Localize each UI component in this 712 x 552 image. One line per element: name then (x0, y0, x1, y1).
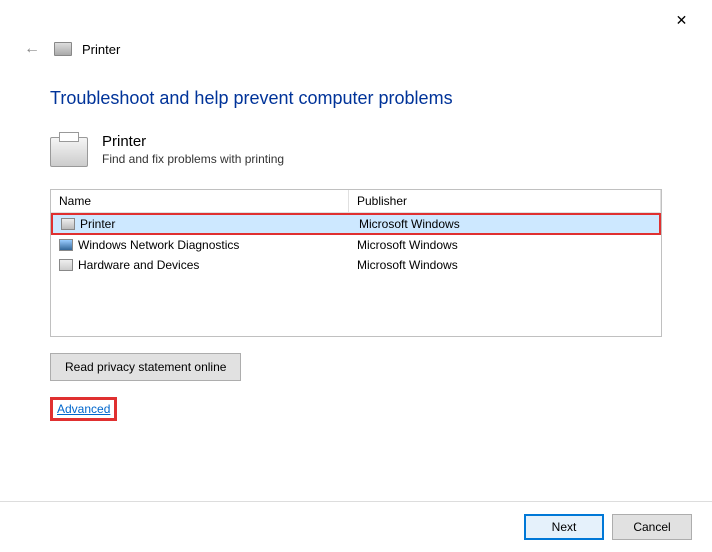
advanced-link[interactable]: Advanced (57, 402, 110, 416)
table-row[interactable]: Windows Network Diagnostics Microsoft Wi… (51, 235, 661, 255)
troubleshooter-table: Name Publisher Printer Microsoft Windows… (50, 189, 662, 337)
back-arrow-icon: ← (24, 40, 40, 57)
window-title: Printer (82, 42, 120, 57)
column-header-publisher[interactable]: Publisher (349, 190, 661, 212)
privacy-statement-button[interactable]: Read privacy statement online (50, 353, 241, 381)
column-header-name[interactable]: Name (51, 190, 349, 212)
row-publisher: Microsoft Windows (349, 236, 661, 254)
cancel-button[interactable]: Cancel (612, 514, 692, 540)
back-button[interactable]: ← (20, 40, 44, 58)
printer-icon (61, 218, 75, 230)
section-description: Find and fix problems with printing (102, 152, 284, 166)
hardware-icon (59, 259, 73, 271)
close-icon: ✕ (676, 12, 688, 29)
next-button[interactable]: Next (524, 514, 604, 540)
section-title: Printer (102, 133, 284, 150)
row-name: Windows Network Diagnostics (78, 238, 239, 252)
printer-icon (54, 42, 72, 56)
printer-icon (50, 137, 88, 167)
row-publisher: Microsoft Windows (351, 215, 659, 233)
page-heading: Troubleshoot and help prevent computer p… (50, 88, 662, 109)
row-publisher: Microsoft Windows (349, 256, 661, 274)
row-name: Hardware and Devices (78, 258, 199, 272)
network-icon (59, 239, 73, 251)
table-row[interactable]: Hardware and Devices Microsoft Windows (51, 255, 661, 275)
row-name: Printer (80, 217, 115, 231)
close-button[interactable]: ✕ (659, 5, 704, 35)
table-row[interactable]: Printer Microsoft Windows (51, 213, 661, 235)
